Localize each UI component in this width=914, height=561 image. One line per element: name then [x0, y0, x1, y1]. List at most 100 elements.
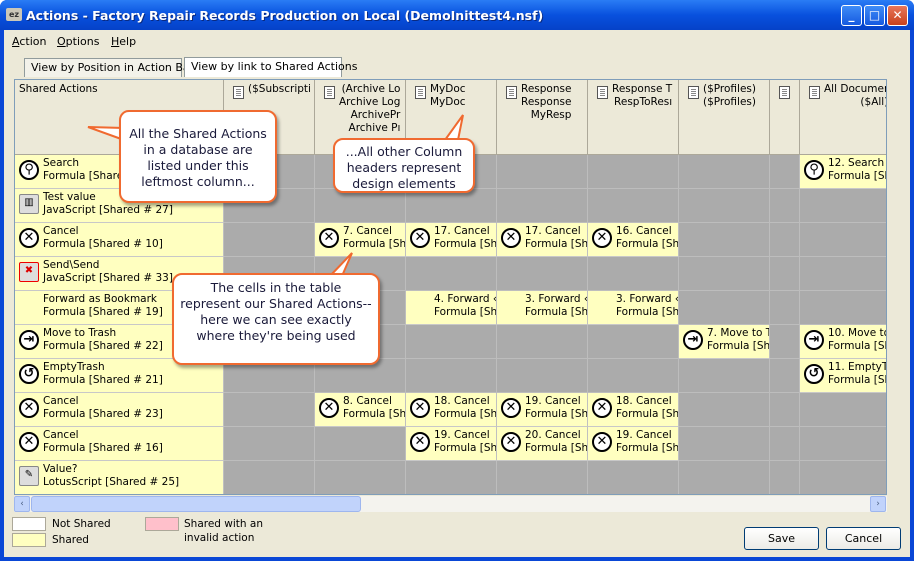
move-to-trash-icon: ⇥	[683, 330, 703, 350]
column-header-text: (Archive Lo Archive Log ArchivePr Archive P…	[339, 83, 400, 135]
empty-cell	[679, 461, 770, 494]
window: ez Actions - Factory Repair Records Prod…	[0, 0, 914, 561]
empty-cell	[406, 461, 497, 494]
empty-cell	[800, 427, 886, 461]
column-header-line: Response	[521, 83, 572, 95]
action-usage-cell[interactable]: ✕ 18. Cancel Formula [Sh	[588, 393, 679, 427]
usage-label: 19. Cancel	[434, 429, 490, 441]
maximize-button[interactable]: □	[864, 5, 885, 26]
action-usage-cell[interactable]: ✕ 19. Cancel Formula [Sh	[497, 393, 588, 427]
action-usage-cell[interactable]: 4. Forward ‹ Formula [Sh	[406, 291, 497, 325]
empty-cell	[800, 393, 886, 427]
empty-cell	[497, 359, 588, 393]
action-usage-cell[interactable]: ✕ 16. Cancel Formula [Sh	[588, 223, 679, 257]
column-header[interactable]: ($Profiles) ($Profiles)	[679, 80, 770, 155]
column-header[interactable]: Response T RespToResı	[588, 80, 679, 155]
menu-options[interactable]: Options	[57, 35, 99, 48]
cancel-button[interactable]: Cancel	[826, 527, 901, 550]
empty-cell	[588, 325, 679, 359]
action-name: Value?	[43, 463, 78, 475]
action-usage-cell[interactable]: ⇥ 10. Move to Formula [Sh	[800, 325, 886, 359]
usage-type: Formula [Sh	[828, 374, 887, 386]
shared-action-row[interactable]: ✕ Cancel Formula [Shared # 23]	[15, 393, 224, 427]
column-header-line: ($Subscripti	[248, 83, 311, 95]
legend-shared-swatch	[12, 533, 46, 547]
horizontal-scroll-thumb[interactable]	[31, 496, 361, 512]
action-usage-cell[interactable]: 3. Forward ‹ Formula [Sh	[497, 291, 588, 325]
action-usage-cell[interactable]: ✕ 19. Cancel Formula [Sh	[588, 427, 679, 461]
empty-cell	[588, 461, 679, 494]
legend-invalid-swatch	[145, 517, 179, 531]
save-button[interactable]: Save	[744, 527, 819, 550]
usage-label: 19. Cancel	[616, 429, 672, 441]
scroll-right-icon[interactable]: ›	[870, 496, 886, 512]
usage-type: Formula [Sh	[525, 442, 588, 454]
menu-action[interactable]: Action	[12, 35, 46, 48]
column-header-line: MyResp	[530, 109, 572, 121]
column-header-line: Archive Log	[339, 96, 401, 108]
usage-type: Formula [Sh	[434, 442, 497, 454]
cancel-icon: ✕	[592, 432, 612, 452]
empty-cell	[770, 291, 800, 325]
scroll-left-icon[interactable]: ‹	[14, 496, 30, 512]
usage-label: 11. EmptyT	[828, 361, 887, 373]
empty-cell	[800, 291, 886, 325]
column-header-line: Archive Pı	[348, 122, 401, 134]
cancel-icon: ✕	[410, 228, 430, 248]
shared-action-row[interactable]: ✕ Cancel Formula [Shared # 10]	[15, 223, 224, 257]
action-usage-cell[interactable]: ✕ 19. Cancel Formula [Sh	[406, 427, 497, 461]
action-usage-cell[interactable]: ✕ 17. Cancel Formula [Sh	[497, 223, 588, 257]
action-usage-cell[interactable]: 3. Forward ‹ Formula [Sh	[588, 291, 679, 325]
usage-type: Formula [Sh	[616, 442, 679, 454]
column-header-line: ($Profiles)	[703, 83, 756, 95]
empty-cell	[315, 189, 406, 223]
empty-cell	[497, 461, 588, 494]
search-icon: ⚲	[804, 160, 824, 180]
view-icon	[597, 86, 608, 99]
close-button[interactable]: ✕	[887, 5, 908, 26]
column-header[interactable]: All Documer ($All)	[800, 80, 887, 155]
app-icon: ez	[6, 8, 22, 21]
action-name: Send\Send	[43, 259, 100, 271]
action-type: LotusScript [Shared # 25]	[43, 476, 180, 488]
tab-view-by-link[interactable]: View by link to Shared Actions	[184, 57, 357, 77]
empty-cell	[679, 189, 770, 223]
menu-help[interactable]: Help	[111, 35, 136, 48]
action-usage-cell[interactable]: ✕ 17. Cancel Formula [Sh	[406, 223, 497, 257]
usage-label: 19. Cancel	[525, 395, 581, 407]
column-header[interactable]: Response Response MyResp	[497, 80, 588, 155]
action-usage-cell[interactable]: ✕ 20. Cancel Formula [Sh	[497, 427, 588, 461]
action-usage-cell[interactable]: ✕ 8. Cancel Formula [Sh	[315, 393, 406, 427]
column-header[interactable]	[770, 80, 800, 155]
minimize-button[interactable]: _	[841, 5, 862, 26]
usage-label: 3. Forward ‹	[525, 293, 588, 305]
action-usage-cell[interactable]: ✕ 18. Cancel Formula [Sh	[406, 393, 497, 427]
action-name: Cancel	[43, 395, 79, 407]
action-type: Formula [Shared # 10]	[43, 238, 163, 250]
usage-type: Formula [Sh	[525, 238, 588, 250]
shared-action-row[interactable]: ✕ Cancel Formula [Shared # 16]	[15, 427, 224, 461]
horizontal-scrollbar[interactable]: ‹ ›	[14, 496, 887, 512]
column-header-line: Response	[521, 96, 572, 108]
usage-type: Formula [Sh	[707, 340, 770, 352]
empty-cell	[800, 189, 886, 223]
empty-cell	[770, 393, 800, 427]
action-usage-cell[interactable]: ⇥ 7. Move to T Formula [Sh	[679, 325, 770, 359]
tab-view-by-position[interactable]: View by Position in Action Bars	[24, 58, 200, 77]
column-header-line: RespToResı	[614, 96, 673, 108]
shared-action-row[interactable]: ✎ Value? LotusScript [Shared # 25]	[15, 461, 224, 494]
empty-cell	[497, 189, 588, 223]
usage-label: 17. Cancel	[434, 225, 490, 237]
action-usage-cell[interactable]: ⚲ 12. Search Formula [Sh	[800, 155, 886, 189]
empty-cell	[224, 393, 315, 427]
usage-label: 7. Cancel	[343, 225, 392, 237]
usage-label: 20. Cancel	[525, 429, 581, 441]
usage-type: Formula [Sh	[434, 238, 497, 250]
cancel-icon: ✕	[19, 432, 39, 452]
legend-shared: Shared	[52, 534, 89, 546]
action-usage-cell[interactable]: ✕ 7. Cancel Formula [Sh	[315, 223, 406, 257]
usage-label: 7. Move to T	[707, 327, 770, 339]
callout-column-headers: ...All other Column headers represent de…	[333, 138, 475, 193]
column-header-line: ($All)	[860, 96, 887, 108]
action-usage-cell[interactable]: ↺ 11. EmptyT Formula [Sh	[800, 359, 887, 393]
